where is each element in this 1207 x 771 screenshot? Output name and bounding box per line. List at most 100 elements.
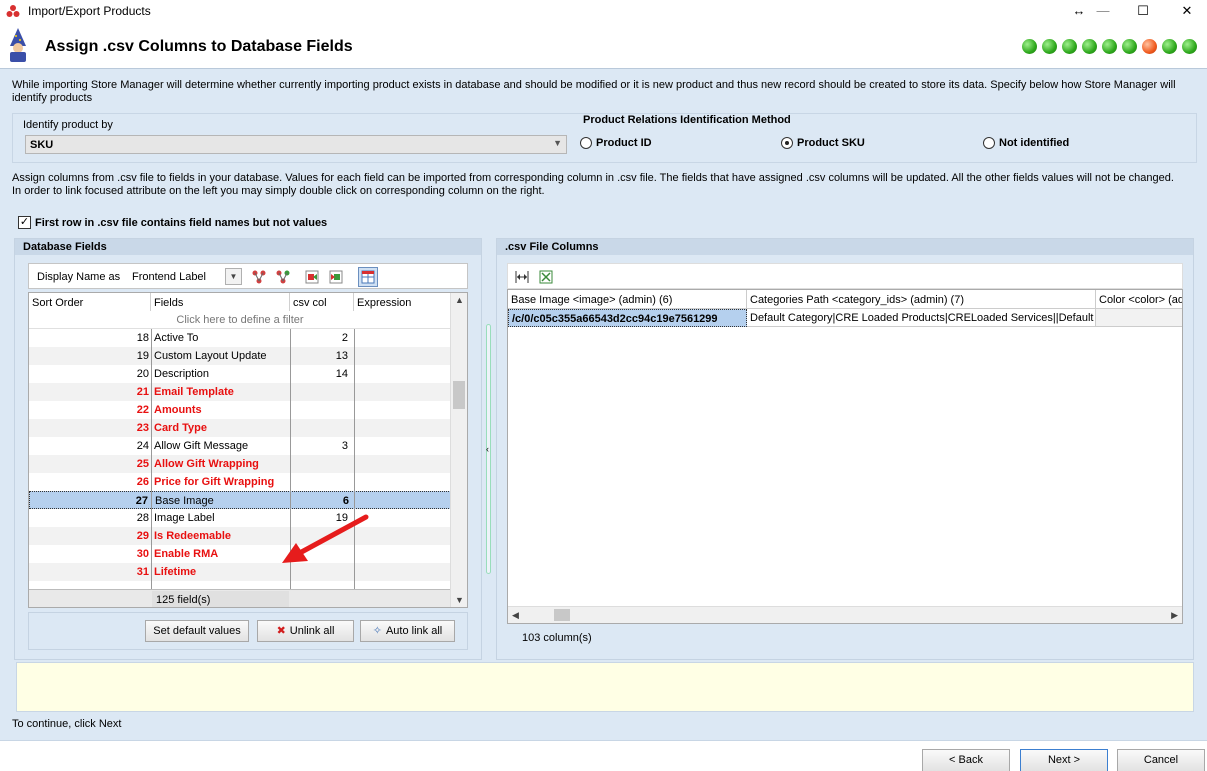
display-name-value[interactable]: Frontend Label	[132, 271, 206, 283]
csv-cell-base-image[interactable]: /c/0/c05c355a66543d2cc94c19e7561299	[508, 309, 747, 327]
scroll-left-icon[interactable]: ◀	[512, 610, 519, 621]
cancel-button[interactable]: Cancel	[1117, 749, 1205, 771]
csv-col-cell: 3	[341, 440, 348, 452]
fields-count: 125 field(s)	[156, 594, 211, 606]
table-row[interactable]: 26 Price for Gift Wrapping	[29, 473, 451, 491]
first-row-checkbox[interactable]: ✓ First row in .csv file contains field …	[18, 216, 327, 229]
identify-select-value: SKU	[30, 139, 54, 151]
table-row[interactable]: 21 Email Template	[29, 383, 451, 401]
table-row[interactable]: 24 Allow Gift Message 3	[29, 437, 451, 455]
table-row[interactable]: 29 Is Redeemable	[29, 527, 451, 545]
step-dot	[1022, 39, 1037, 54]
continue-hint: To continue, click Next	[12, 718, 122, 730]
wizard-nav: < Back Next > Cancel	[0, 740, 1207, 771]
table-row[interactable]: 18 Active To 2	[29, 329, 451, 347]
table-row[interactable]: 31 Lifetime	[29, 563, 451, 581]
csv-columns-grid[interactable]: Base Image <image> (admin) (6) Categorie…	[507, 289, 1183, 624]
display-name-label: Display Name as	[37, 271, 121, 283]
wizard-icon	[10, 28, 26, 62]
step-indicator	[1022, 39, 1197, 54]
table-row[interactable]: 28 Image Label 19	[29, 509, 451, 527]
scroll-thumb[interactable]	[554, 609, 570, 621]
fit-columns-icon[interactable]	[514, 269, 530, 285]
csv-col-cell: 13	[335, 350, 348, 362]
chevron-left-icon[interactable]: ‹	[486, 444, 489, 454]
csv-cell-categories-path[interactable]: Default Category|CRE Loaded Products|CRE…	[747, 309, 1096, 327]
table-row[interactable]: 27 Base Image 6	[29, 491, 451, 509]
move-left-icon[interactable]	[304, 269, 320, 285]
cancel-button-label: Cancel	[1143, 754, 1179, 766]
csv-columns-panel: .csv File Columns Base Image <image> (ad…	[496, 238, 1194, 660]
wizard-header: Assign .csv Columns to Database Fields	[0, 22, 1207, 68]
fields-button-bar: Set default values ✖ Unlink all ✧ Auto lin…	[28, 612, 468, 650]
close-button[interactable]: ✕	[1172, 1, 1202, 21]
minimize-button[interactable]: —	[1088, 1, 1118, 21]
col-sort-order[interactable]: Sort Order	[29, 293, 151, 311]
field-name-cell: Description	[154, 368, 210, 380]
csv-cell-color[interactable]	[1096, 309, 1182, 327]
grid-view-icon[interactable]	[358, 267, 378, 287]
unlink-icon: ✖	[276, 625, 286, 637]
col-csv-col[interactable]: csv col	[290, 293, 354, 311]
csv-columns-title: .csv File Columns	[497, 239, 1193, 255]
csv-toolbar	[507, 263, 1183, 289]
step-dot	[1082, 39, 1097, 54]
scroll-right-icon[interactable]: ▶	[1171, 610, 1178, 621]
csv-col-cell: 2	[341, 332, 348, 344]
next-button[interactable]: Next >	[1020, 749, 1108, 771]
back-button[interactable]: < Back	[922, 749, 1010, 771]
fields-footer: 125 field(s)	[29, 589, 451, 607]
csv-hscrollbar[interactable]: ◀ ▶	[508, 606, 1182, 623]
radio-circle	[983, 137, 995, 149]
chevron-down-icon[interactable]: ▼	[225, 268, 242, 285]
sort-order-cell: 31	[136, 566, 149, 578]
csv-header-color[interactable]: Color <color> (admin	[1096, 290, 1182, 309]
sort-order-cell: 29	[136, 530, 149, 542]
col-fields[interactable]: Fields	[151, 293, 290, 311]
auto-link-all-button[interactable]: ✧ Auto link all	[360, 620, 455, 642]
filter-row[interactable]: Click here to define a filter	[29, 311, 451, 329]
radio-label: Not identified	[999, 137, 1070, 149]
radio-not-identified[interactable]: Not identified	[983, 137, 1069, 149]
sort-order-cell: 25	[136, 458, 149, 470]
window-titlebar: Import/Export Products ↔ — ☐ ✕	[0, 0, 1207, 22]
radio-product-id[interactable]: Product ID	[580, 137, 652, 149]
fields-grid[interactable]: Sort Order Fields csv col Expression Cli…	[28, 292, 468, 608]
scroll-up-icon[interactable]: ▲	[455, 295, 464, 305]
radio-label: Product SKU	[797, 137, 865, 149]
sort-order-cell: 30	[136, 548, 149, 560]
maximize-button[interactable]: ☐	[1128, 1, 1158, 21]
checkbox-checkmark-icon: ✓	[18, 216, 31, 229]
move-right-icon[interactable]	[328, 269, 344, 285]
scroll-down-icon[interactable]: ▼	[455, 595, 464, 605]
step-dot	[1142, 39, 1157, 54]
table-row[interactable]: 19 Custom Layout Update 13	[29, 347, 451, 365]
table-row[interactable]: 30 Enable RMA	[29, 545, 451, 563]
csv-header-base-image[interactable]: Base Image <image> (admin) (6)	[508, 290, 747, 309]
field-name-cell: Is Redeemable	[154, 530, 232, 542]
identify-select[interactable]: SKU ▼	[25, 135, 567, 154]
csv-header-categories-path[interactable]: Categories Path <category_ids> (admin) (…	[747, 290, 1096, 309]
set-default-values-button[interactable]: Set default values	[145, 620, 249, 642]
table-row[interactable]: 23 Card Type	[29, 419, 451, 437]
table-row[interactable]: 25 Allow Gift Wrapping	[29, 455, 451, 473]
table-row[interactable]: 20 Description 14	[29, 365, 451, 383]
sort-order-cell: 19	[136, 350, 149, 362]
radio-product-sku[interactable]: Product SKU	[781, 137, 865, 149]
tree-expand-icon[interactable]	[275, 269, 291, 285]
magic-wand-icon: ✧	[372, 625, 382, 637]
radio-label: Product ID	[596, 137, 652, 149]
fields-scrollbar[interactable]: ▲ ▼	[450, 293, 467, 607]
clear-columns-icon[interactable]	[538, 269, 554, 285]
unlink-all-label: Unlink all	[289, 625, 335, 637]
tree-collapse-icon[interactable]	[251, 269, 267, 285]
table-row[interactable]: 22 Amounts	[29, 401, 451, 419]
csv-columns-count: 103 column(s)	[522, 632, 592, 644]
scroll-thumb[interactable]	[453, 381, 465, 409]
panel-splitter[interactable]: ‹	[485, 324, 493, 574]
step-dot	[1162, 39, 1177, 54]
col-expression[interactable]: Expression	[354, 293, 451, 311]
unlink-all-button[interactable]: ✖ Unlink all	[257, 620, 354, 642]
assign-description: Assign columns from .csv file to fields …	[12, 172, 1174, 197]
field-name-cell: Active To	[154, 332, 199, 344]
